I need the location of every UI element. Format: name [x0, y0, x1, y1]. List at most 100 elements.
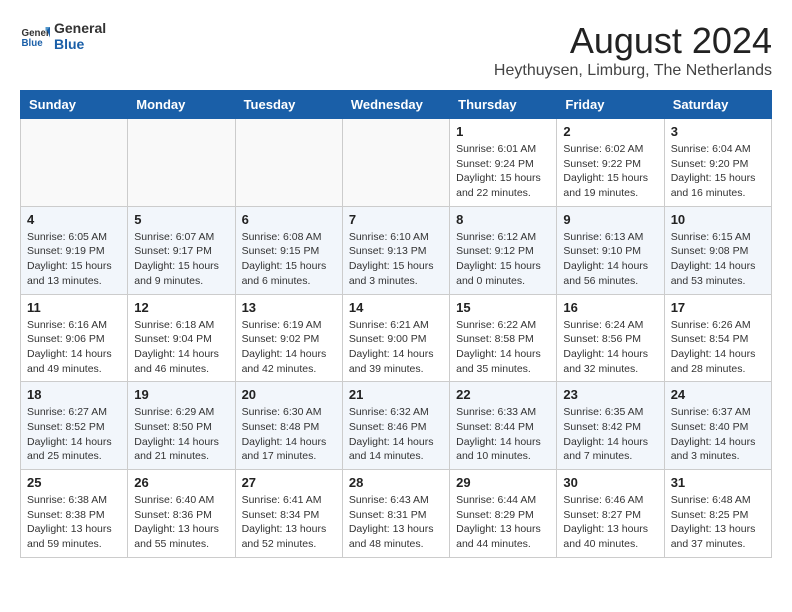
- calendar-cell: 2 Sunrise: 6:02 AMSunset: 9:22 PMDaylight…: [557, 119, 664, 207]
- calendar-cell: 16Sunrise: 6:24 AMSunset: 8:56 PMDayligh…: [557, 294, 664, 382]
- day-info: Sunrise: 6:04 AMSunset: 9:20 PMDaylight:…: [671, 142, 765, 201]
- day-info: Sunrise: 6:10 AMSunset: 9:13 PMDaylight:…: [349, 230, 443, 289]
- day-number: 3: [671, 124, 765, 139]
- calendar-cell: 22 Sunrise: 6:33 AMSunset: 8:44 PMDayligh…: [450, 382, 557, 470]
- calendar-cell: 1 Sunrise: 6:01 AMSunset: 9:24 PMDaylight…: [450, 119, 557, 207]
- svg-text:Blue: Blue: [22, 38, 44, 49]
- day-info: Sunrise: 6:26 AMSunset: 8:54 PMDaylight:…: [671, 318, 765, 377]
- calendar-cell: 4Sunrise: 6:05 AMSunset: 9:19 PMDaylight…: [21, 206, 128, 294]
- day-info: Sunrise: 6:35 AMSunset: 8:42 PMDaylight:…: [563, 405, 657, 464]
- day-info: Sunrise: 6:18 AMSunset: 9:04 PMDaylight:…: [134, 318, 228, 377]
- day-number: 17: [671, 300, 765, 315]
- column-header-saturday: Saturday: [664, 91, 771, 119]
- day-number: 12: [134, 300, 228, 315]
- calendar-week-row: 18 Sunrise: 6:27 AMSunset: 8:52 PMDayligh…: [21, 382, 772, 470]
- day-info: Sunrise: 6:32 AMSunset: 8:46 PMDaylight:…: [349, 405, 443, 464]
- day-number: 20: [242, 387, 336, 402]
- day-info: Sunrise: 6:29 AMSunset: 8:50 PMDaylight:…: [134, 405, 228, 464]
- calendar-cell: 20 Sunrise: 6:30 AMSunset: 8:48 PMDayligh…: [235, 382, 342, 470]
- calendar-cell: 21Sunrise: 6:32 AMSunset: 8:46 PMDayligh…: [342, 382, 449, 470]
- day-info: Sunrise: 6:41 AMSunset: 8:34 PMDaylight:…: [242, 493, 336, 552]
- day-number: 18: [27, 387, 121, 402]
- day-info: Sunrise: 6:27 AMSunset: 8:52 PMDaylight:…: [27, 405, 121, 464]
- day-info: Sunrise: 6:37 AMSunset: 8:40 PMDaylight:…: [671, 405, 765, 464]
- day-number: 2: [563, 124, 657, 139]
- calendar-week-row: 4Sunrise: 6:05 AMSunset: 9:19 PMDaylight…: [21, 206, 772, 294]
- day-number: 6: [242, 212, 336, 227]
- day-number: 5: [134, 212, 228, 227]
- calendar-cell: 26 Sunrise: 6:40 AMSunset: 8:36 PMDayligh…: [128, 470, 235, 558]
- calendar-cell: 24 Sunrise: 6:37 AMSunset: 8:40 PMDayligh…: [664, 382, 771, 470]
- day-number: 27: [242, 475, 336, 490]
- logo-icon: General Blue: [20, 21, 50, 51]
- calendar-cell: 8 Sunrise: 6:12 AMSunset: 9:12 PMDaylight…: [450, 206, 557, 294]
- day-info: Sunrise: 6:48 AMSunset: 8:25 PMDaylight:…: [671, 493, 765, 552]
- month-year: August 2024: [494, 20, 772, 62]
- calendar-cell: 29 Sunrise: 6:44 AMSunset: 8:29 PMDayligh…: [450, 470, 557, 558]
- calendar-week-row: 11 Sunrise: 6:16 AMSunset: 9:06 PMDayligh…: [21, 294, 772, 382]
- day-info: Sunrise: 6:19 AMSunset: 9:02 PMDaylight:…: [242, 318, 336, 377]
- day-number: 13: [242, 300, 336, 315]
- logo-blue-text: Blue: [54, 36, 106, 52]
- day-info: Sunrise: 6:15 AMSunset: 9:08 PMDaylight:…: [671, 230, 765, 289]
- day-number: 29: [456, 475, 550, 490]
- day-info: Sunrise: 6:16 AMSunset: 9:06 PMDaylight:…: [27, 318, 121, 377]
- day-info: Sunrise: 6:33 AMSunset: 8:44 PMDaylight:…: [456, 405, 550, 464]
- day-number: 11: [27, 300, 121, 315]
- day-number: 15: [456, 300, 550, 315]
- day-info: Sunrise: 6:30 AMSunset: 8:48 PMDaylight:…: [242, 405, 336, 464]
- calendar-cell: 10 Sunrise: 6:15 AMSunset: 9:08 PMDayligh…: [664, 206, 771, 294]
- calendar-cell: 15 Sunrise: 6:22 AMSunset: 8:58 PMDayligh…: [450, 294, 557, 382]
- day-info: Sunrise: 6:40 AMSunset: 8:36 PMDaylight:…: [134, 493, 228, 552]
- calendar-cell: 14Sunrise: 6:21 AMSunset: 9:00 PMDayligh…: [342, 294, 449, 382]
- calendar-cell: 25Sunrise: 6:38 AMSunset: 8:38 PMDayligh…: [21, 470, 128, 558]
- column-header-wednesday: Wednesday: [342, 91, 449, 119]
- calendar-cell: 12 Sunrise: 6:18 AMSunset: 9:04 PMDayligh…: [128, 294, 235, 382]
- day-info: Sunrise: 6:01 AMSunset: 9:24 PMDaylight:…: [456, 142, 550, 201]
- day-number: 16: [563, 300, 657, 315]
- day-number: 10: [671, 212, 765, 227]
- page-header: General Blue General Blue August 2024 He…: [20, 20, 772, 80]
- calendar-cell: [235, 119, 342, 207]
- day-info: Sunrise: 6:43 AMSunset: 8:31 PMDaylight:…: [349, 493, 443, 552]
- day-number: 28: [349, 475, 443, 490]
- calendar-cell: 19 Sunrise: 6:29 AMSunset: 8:50 PMDayligh…: [128, 382, 235, 470]
- calendar-cell: 6 Sunrise: 6:08 AMSunset: 9:15 PMDaylight…: [235, 206, 342, 294]
- calendar-cell: [342, 119, 449, 207]
- day-number: 24: [671, 387, 765, 402]
- calendar-cell: 28 Sunrise: 6:43 AMSunset: 8:31 PMDayligh…: [342, 470, 449, 558]
- column-header-friday: Friday: [557, 91, 664, 119]
- calendar-cell: 3 Sunrise: 6:04 AMSunset: 9:20 PMDaylight…: [664, 119, 771, 207]
- day-number: 4: [27, 212, 121, 227]
- column-header-monday: Monday: [128, 91, 235, 119]
- location: Heythuysen, Limburg, The Netherlands: [494, 62, 772, 80]
- calendar-header-row: SundayMondayTuesdayWednesdayThursdayFrid…: [21, 91, 772, 119]
- day-number: 22: [456, 387, 550, 402]
- day-number: 19: [134, 387, 228, 402]
- day-info: Sunrise: 6:08 AMSunset: 9:15 PMDaylight:…: [242, 230, 336, 289]
- day-info: Sunrise: 6:38 AMSunset: 8:38 PMDaylight:…: [27, 493, 121, 552]
- day-number: 31: [671, 475, 765, 490]
- calendar-cell: 7Sunrise: 6:10 AMSunset: 9:13 PMDaylight…: [342, 206, 449, 294]
- day-number: 14: [349, 300, 443, 315]
- calendar-cell: 30Sunrise: 6:46 AMSunset: 8:27 PMDayligh…: [557, 470, 664, 558]
- day-number: 9: [563, 212, 657, 227]
- day-info: Sunrise: 6:12 AMSunset: 9:12 PMDaylight:…: [456, 230, 550, 289]
- column-header-thursday: Thursday: [450, 91, 557, 119]
- calendar-cell: [128, 119, 235, 207]
- day-info: Sunrise: 6:22 AMSunset: 8:58 PMDaylight:…: [456, 318, 550, 377]
- calendar-week-row: 1 Sunrise: 6:01 AMSunset: 9:24 PMDaylight…: [21, 119, 772, 207]
- calendar-cell: 5 Sunrise: 6:07 AMSunset: 9:17 PMDaylight…: [128, 206, 235, 294]
- day-number: 30: [563, 475, 657, 490]
- day-number: 26: [134, 475, 228, 490]
- day-info: Sunrise: 6:07 AMSunset: 9:17 PMDaylight:…: [134, 230, 228, 289]
- day-info: Sunrise: 6:44 AMSunset: 8:29 PMDaylight:…: [456, 493, 550, 552]
- column-header-tuesday: Tuesday: [235, 91, 342, 119]
- calendar-cell: 9Sunrise: 6:13 AMSunset: 9:10 PMDaylight…: [557, 206, 664, 294]
- calendar-table: SundayMondayTuesdayWednesdayThursdayFrid…: [20, 90, 772, 558]
- day-number: 8: [456, 212, 550, 227]
- calendar-cell: 11 Sunrise: 6:16 AMSunset: 9:06 PMDayligh…: [21, 294, 128, 382]
- day-number: 1: [456, 124, 550, 139]
- logo: General Blue General Blue: [20, 20, 106, 52]
- day-info: Sunrise: 6:02 AMSunset: 9:22 PMDaylight:…: [563, 142, 657, 201]
